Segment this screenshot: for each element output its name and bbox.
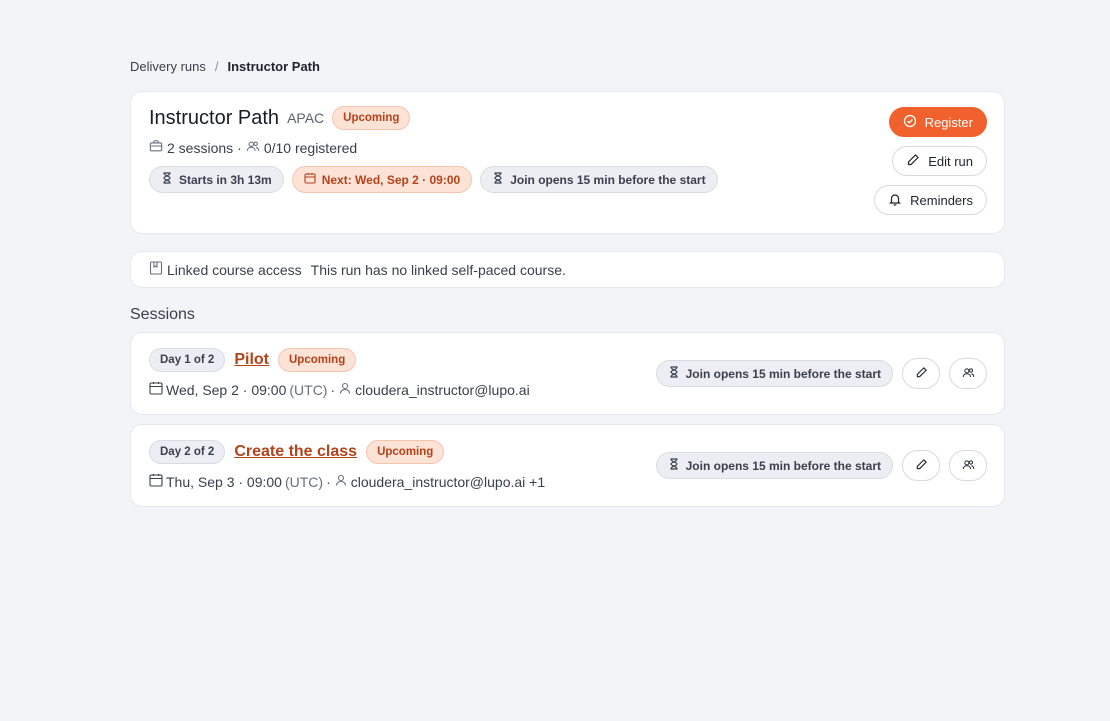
edit-run-label: Edit run bbox=[928, 153, 973, 169]
session-card: Day 2 of 2 Create the class Upcoming Thu… bbox=[130, 424, 1005, 507]
starts-in-text: Starts in 3h 13m bbox=[179, 172, 272, 187]
meta-separator: · bbox=[326, 473, 331, 490]
linked-course-card: Linked course access This run has no lin… bbox=[130, 251, 1005, 288]
users-icon bbox=[962, 366, 975, 382]
hourglass-icon bbox=[161, 172, 173, 187]
session-instructor: cloudera_instructor@lupo.ai bbox=[355, 381, 530, 398]
join-opens-text: Join opens 15 min before the start bbox=[510, 172, 706, 187]
session-meta: Wed, Sep 2 · 09:00 (UTC) · cloudera_inst… bbox=[149, 381, 530, 398]
breadcrumb: Delivery runs / Instructor Path bbox=[130, 59, 320, 74]
run-meta: 2 sessions · 0/10 registered bbox=[149, 139, 357, 156]
reminders-label: Reminders bbox=[910, 192, 973, 208]
session-date: Wed, Sep 2 · 09:00 bbox=[166, 381, 287, 398]
status-badge: Upcoming bbox=[332, 106, 411, 130]
edit-run-button[interactable]: Edit run bbox=[892, 146, 987, 176]
book-icon bbox=[149, 261, 163, 278]
session-title-row: Day 2 of 2 Create the class Upcoming bbox=[149, 440, 445, 464]
day-chip: Day 1 of 2 bbox=[149, 348, 226, 372]
pencil-icon bbox=[915, 458, 928, 474]
linked-course-label: Linked course access bbox=[167, 261, 302, 278]
status-badge: Upcoming bbox=[366, 440, 445, 464]
calendar-icon bbox=[149, 473, 163, 490]
breadcrumb-current: Instructor Path bbox=[227, 59, 320, 74]
session-card: Day 1 of 2 Pilot Upcoming Wed, Sep 2 · 0… bbox=[130, 332, 1005, 415]
session-actions: Join opens 15 min before the start bbox=[655, 358, 987, 389]
calendar-icon bbox=[304, 172, 316, 187]
reminders-button[interactable]: Reminders bbox=[874, 185, 987, 215]
bell-icon bbox=[888, 192, 902, 209]
register-button[interactable]: Register bbox=[888, 107, 987, 137]
run-actions: Register Edit run Reminders bbox=[874, 107, 987, 215]
session-title-row: Day 1 of 2 Pilot Upcoming bbox=[149, 348, 357, 372]
page-title: Instructor Path bbox=[149, 106, 280, 129]
breadcrumb-separator: / bbox=[214, 59, 219, 74]
check-circle-icon bbox=[903, 114, 917, 131]
status-badge: Upcoming bbox=[278, 348, 357, 372]
next-session-chip: Next: Wed, Sep 2 · 09:00 bbox=[291, 166, 473, 193]
user-icon bbox=[334, 473, 348, 490]
session-timezone: (UTC) bbox=[284, 473, 324, 490]
session-name-link[interactable]: Create the class bbox=[234, 443, 357, 461]
join-opens-text: Join opens 15 min before the start bbox=[685, 458, 881, 473]
meta-separator: · bbox=[330, 381, 336, 398]
session-timezone: (UTC) bbox=[289, 381, 328, 398]
attendees-button[interactable] bbox=[949, 450, 987, 481]
edit-session-button[interactable] bbox=[902, 358, 940, 389]
register-label: Register bbox=[924, 114, 973, 130]
registered-count: 0/10 registered bbox=[263, 139, 358, 156]
hourglass-icon bbox=[492, 172, 504, 187]
region-label: APAC bbox=[287, 110, 325, 126]
run-header-card: Instructor Path APAC Upcoming 2 sessions… bbox=[130, 91, 1005, 234]
pencil-icon bbox=[906, 153, 920, 170]
briefcase-icon bbox=[149, 139, 163, 156]
sessions-count: 2 sessions bbox=[167, 139, 234, 156]
users-icon bbox=[246, 139, 260, 156]
breadcrumb-delivery-runs[interactable]: Delivery runs bbox=[130, 59, 206, 74]
join-opens-chip: Join opens 15 min before the start bbox=[655, 360, 893, 387]
sessions-heading: Sessions bbox=[130, 306, 195, 323]
session-name-link[interactable]: Pilot bbox=[234, 351, 269, 369]
join-opens-chip: Join opens 15 min before the start bbox=[655, 452, 893, 479]
day-chip: Day 2 of 2 bbox=[149, 440, 226, 464]
attendees-button[interactable] bbox=[949, 358, 987, 389]
session-actions: Join opens 15 min before the start bbox=[655, 450, 987, 481]
hourglass-icon bbox=[668, 458, 680, 473]
join-opens-text: Join opens 15 min before the start bbox=[685, 366, 881, 381]
linked-course-message: This run has no linked self-paced course… bbox=[310, 261, 566, 278]
calendar-icon bbox=[149, 381, 163, 398]
session-instructor: cloudera_instructor@lupo.ai +1 bbox=[350, 473, 546, 490]
starts-in-chip: Starts in 3h 13m bbox=[149, 166, 284, 193]
session-date: Thu, Sep 3 · 09:00 bbox=[166, 473, 282, 490]
users-icon bbox=[962, 458, 975, 474]
next-session-text: Next: Wed, Sep 2 · 09:00 bbox=[321, 172, 461, 187]
run-chips: Starts in 3h 13m Next: Wed, Sep 2 · 09:0… bbox=[149, 166, 718, 193]
join-opens-chip: Join opens 15 min before the start bbox=[480, 166, 718, 193]
edit-session-button[interactable] bbox=[902, 450, 940, 481]
meta-separator: · bbox=[237, 139, 242, 156]
session-meta: Thu, Sep 3 · 09:00 (UTC) · cloudera_inst… bbox=[149, 473, 545, 490]
run-title-row: Instructor Path APAC Upcoming bbox=[149, 106, 411, 130]
user-icon bbox=[338, 381, 352, 398]
pencil-icon bbox=[915, 366, 928, 382]
hourglass-icon bbox=[668, 366, 680, 381]
